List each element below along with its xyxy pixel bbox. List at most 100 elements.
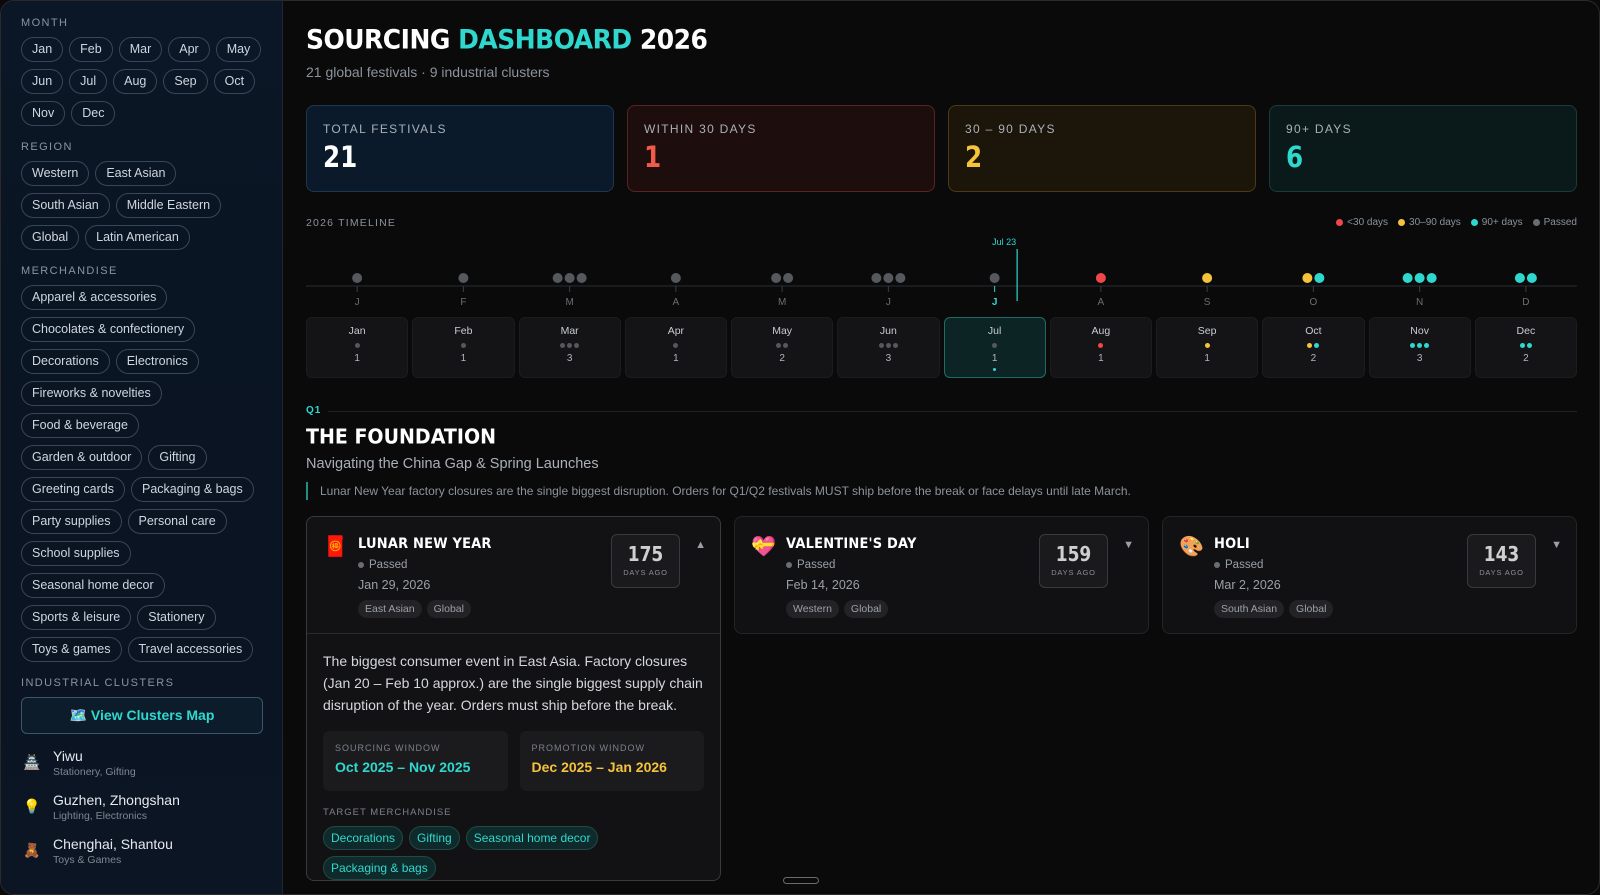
merchandise-chip-fireworks-novelties[interactable]: Fireworks & novelties xyxy=(21,381,162,406)
region-tag: South Asian xyxy=(1214,600,1285,618)
merchandise-chip-greeting-cards[interactable]: Greeting cards xyxy=(21,477,125,502)
merchandise-chip-food-beverage[interactable]: Food & beverage xyxy=(21,413,139,438)
region-chip-latin-american[interactable]: Latin American xyxy=(85,225,190,250)
merchandise-chip-sports-leisure[interactable]: Sports & leisure xyxy=(21,605,132,630)
month-card-apr[interactable]: Apr 1 xyxy=(624,317,727,378)
month-card-nov[interactable]: Nov 3 xyxy=(1368,317,1471,378)
status-text: Passed xyxy=(797,559,836,571)
month-card-mar[interactable]: Mar 3 xyxy=(518,317,621,378)
target-merchandise-chip[interactable]: Decorations xyxy=(323,826,404,850)
month-card-name: Jun xyxy=(879,325,897,337)
festival-card-valentines-day[interactable]: 💝 VALENTINE'S DAY Passed Feb 14, 2026 We… xyxy=(734,516,1149,634)
merchandise-chip-decorations[interactable]: Decorations xyxy=(21,349,110,374)
target-merchandise-chip[interactable]: Seasonal home decor xyxy=(465,826,599,850)
merchandise-chip-chocolates-confectionery[interactable]: Chocolates & confectionery xyxy=(21,317,196,342)
scroll-indicator[interactable] xyxy=(783,877,819,884)
festival-card-header[interactable]: 💝 VALENTINE'S DAY Passed Feb 14, 2026 We… xyxy=(735,517,1148,633)
sourcing-window-label: SOURCING WINDOW xyxy=(335,743,441,753)
month-card-jul[interactable]: Jul 1 xyxy=(943,317,1046,378)
month-chip-mar[interactable]: Mar xyxy=(118,37,163,62)
month-chip-jan[interactable]: Jan xyxy=(21,37,64,62)
festival-card-header[interactable]: 🧧 LUNAR NEW YEAR Passed Jan 29, 2026 Eas… xyxy=(307,517,720,633)
collapse-chevron-icon[interactable]: ▲ xyxy=(695,539,706,551)
month-card-may[interactable]: May 2 xyxy=(731,317,834,378)
target-merchandise-chip[interactable]: Packaging & bags xyxy=(323,856,436,880)
merchandise-chip-stationery[interactable]: Stationery xyxy=(137,605,216,630)
month-chip-dec[interactable]: Dec xyxy=(71,101,116,126)
view-clusters-map-button[interactable]: 🗺️ View Clusters Map xyxy=(21,697,263,734)
month-card-aug[interactable]: Aug 1 xyxy=(1049,317,1152,378)
cluster-text: Yiwu Stationery, Gifting xyxy=(53,748,136,778)
festival-card-header[interactable]: 🎨 HOLI Passed Mar 2, 2026 South Asian Gl… xyxy=(1163,517,1576,633)
festival-card-lunar-new-year[interactable]: 🧧 LUNAR NEW YEAR Passed Jan 29, 2026 Eas… xyxy=(306,516,721,881)
section-subtitle: Navigating the China Gap & Spring Launch… xyxy=(306,456,599,472)
month-card-dots xyxy=(945,340,1045,350)
region-chip-south-asian[interactable]: South Asian xyxy=(21,193,110,218)
month-card-sep[interactable]: Sep 1 xyxy=(1156,317,1259,378)
month-card-jan[interactable]: Jan 1 xyxy=(306,317,409,378)
month-chip-feb[interactable]: Feb xyxy=(69,37,113,62)
month-card-count: 3 xyxy=(566,353,573,364)
month-card-feb[interactable]: Feb 1 xyxy=(412,317,515,378)
festival-status: Passed xyxy=(1214,559,1263,571)
month-card-name: Oct xyxy=(1305,325,1322,337)
month-card-dots xyxy=(732,340,832,350)
region-chip-global[interactable]: Global xyxy=(21,225,80,250)
expand-chevron-icon[interactable]: ▼ xyxy=(1551,539,1562,551)
month-chip-aug[interactable]: Aug xyxy=(113,69,158,94)
legend-dot xyxy=(1336,219,1344,226)
region-tag: Global xyxy=(843,600,889,618)
month-chip-sep[interactable]: Sep xyxy=(163,69,208,94)
month-card-name: Dec xyxy=(1516,325,1536,337)
month-card-count: 2 xyxy=(779,353,785,364)
promotion-window-label: PROMOTION WINDOW xyxy=(531,743,645,753)
festival-card-holi[interactable]: 🎨 HOLI Passed Mar 2, 2026 South Asian Gl… xyxy=(1162,516,1577,634)
month-card-jun[interactable]: Jun 3 xyxy=(837,317,940,378)
month-card-oct[interactable]: Oct 2 xyxy=(1262,317,1365,378)
status-dot xyxy=(786,562,792,568)
merchandise-chip-packaging-bags[interactable]: Packaging & bags xyxy=(130,477,254,502)
festival-dot xyxy=(1098,342,1104,348)
festival-dot xyxy=(567,342,573,348)
stat-value: 1 xyxy=(644,140,662,174)
merchandise-chip-apparel-accessories[interactable]: Apparel & accessories xyxy=(21,285,168,310)
cluster-item-chenghai-shantou[interactable]: 🧸 Chenghai, Shantou Toys & Games xyxy=(21,836,262,866)
legend-dot xyxy=(1470,219,1478,226)
month-card-name: Mar xyxy=(560,325,579,337)
region-chip-western[interactable]: Western xyxy=(21,161,90,186)
festival-name: HOLI xyxy=(1214,536,1250,553)
merchandise-chip-electronics[interactable]: Electronics xyxy=(115,349,199,374)
region-filter: REGION Western East Asian South Asian Middl… xyxy=(21,141,262,250)
merchandise-chip-seasonal-home-decor[interactable]: Seasonal home decor xyxy=(21,573,165,598)
merchandise-chip-toys-games[interactable]: Toys & games xyxy=(21,637,122,662)
month-chip-jun[interactable]: Jun xyxy=(21,69,64,94)
palette-icon: 🎨 xyxy=(1179,536,1204,558)
merchandise-chip-travel-accessories[interactable]: Travel accessories xyxy=(127,637,254,662)
cluster-item-yiwu[interactable]: 🏯 Yiwu Stationery, Gifting xyxy=(21,748,262,778)
expand-chevron-icon[interactable]: ▼ xyxy=(1123,539,1134,551)
merchandise-chip-garden-outdoor[interactable]: Garden & outdoor xyxy=(21,445,143,470)
month-chip-nov[interactable]: Nov xyxy=(21,101,66,126)
legend-item-30-days: <30 days xyxy=(1336,217,1388,228)
cluster-name: Chenghai, Shantou xyxy=(53,836,173,852)
stat-value: 6 xyxy=(1286,140,1304,174)
region-chip-middle-eastern[interactable]: Middle Eastern xyxy=(115,193,222,218)
days-ago-badge: 159 DAYS AGO xyxy=(1039,534,1108,588)
status-text: Passed xyxy=(1225,559,1264,571)
merchandise-chip-personal-care[interactable]: Personal care xyxy=(127,509,227,534)
month-chip-apr[interactable]: Apr xyxy=(168,37,210,62)
month-chip-may[interactable]: May xyxy=(215,37,262,62)
cluster-item-guzhen-zhongshan[interactable]: 💡 Guzhen, Zhongshan Lighting, Electronics xyxy=(21,792,262,822)
merchandise-chip-school-supplies[interactable]: School supplies xyxy=(21,541,131,566)
title-part-1: SOURCING xyxy=(306,23,459,56)
target-merchandise-chip[interactable]: Gifting xyxy=(409,826,460,850)
days-label: DAYS AGO xyxy=(1051,568,1096,577)
merchandise-chip-gifting[interactable]: Gifting xyxy=(148,445,207,470)
stat-30-90-days: 30 – 90 DAYS 2 xyxy=(948,105,1256,192)
region-chip-east-asian[interactable]: East Asian xyxy=(95,161,177,186)
month-chip-oct[interactable]: Oct xyxy=(213,69,256,94)
month-card-dec[interactable]: Dec 2 xyxy=(1474,317,1577,378)
month-chip-jul[interactable]: Jul xyxy=(69,69,108,94)
merchandise-chip-party-supplies[interactable]: Party supplies xyxy=(21,509,122,534)
promotion-window-value: Dec 2025 – Jan 2026 xyxy=(531,759,667,775)
